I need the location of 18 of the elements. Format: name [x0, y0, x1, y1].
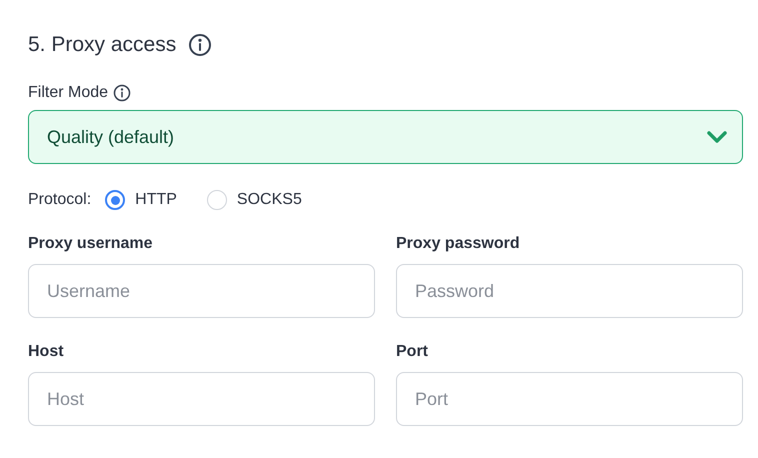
field-label: Port — [396, 342, 429, 362]
section-title: 5. Proxy access — [28, 32, 176, 58]
info-icon[interactable] — [188, 33, 212, 57]
field-label: Proxy password — [396, 234, 521, 254]
info-icon[interactable] — [113, 84, 132, 102]
field-label: Host — [28, 342, 65, 362]
field-label: Filter Mode — [28, 83, 108, 103]
protocol-label: Protocol: — [28, 190, 92, 210]
input-field[interactable]: Port — [396, 372, 743, 426]
input-field[interactable]: Username — [28, 264, 375, 318]
input-field[interactable]: Password — [396, 264, 743, 318]
radio-button[interactable] — [105, 190, 126, 210]
radio-label[interactable]: HTTP — [135, 188, 177, 212]
filter-mode-select[interactable]: Quality (default) — [28, 110, 743, 164]
field-label: Proxy username — [28, 234, 154, 254]
input-field[interactable]: Host — [28, 372, 375, 426]
chevron-down-icon — [706, 130, 728, 144]
radio-label[interactable]: SOCKS5 — [236, 188, 302, 212]
